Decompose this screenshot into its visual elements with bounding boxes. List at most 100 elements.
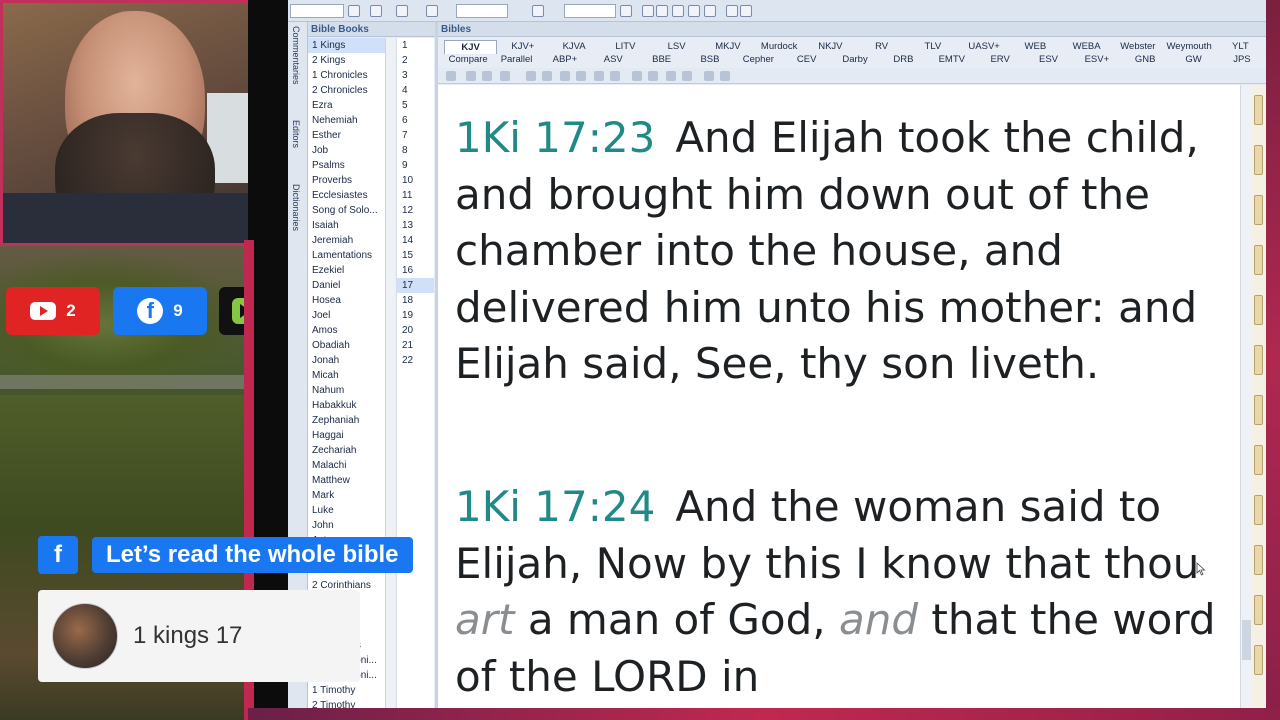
chapter-item[interactable]: 7 — [397, 128, 434, 143]
toolbar-button-5[interactable] — [740, 5, 752, 17]
version-tab[interactable]: RV — [856, 40, 907, 54]
chapter-item[interactable]: 22 — [397, 353, 434, 368]
back-icon[interactable] — [370, 5, 382, 17]
chapter-item[interactable]: 2 — [397, 53, 434, 68]
chapter-item[interactable]: 1 — [397, 38, 434, 53]
book-item[interactable]: Ezekiel — [308, 263, 388, 278]
bookmark-tick[interactable] — [1254, 445, 1263, 475]
book-item[interactable]: Zechariah — [308, 443, 388, 458]
chapter-item[interactable]: 16 — [397, 263, 434, 278]
version-tab[interactable]: GNB — [1121, 53, 1169, 67]
book-item[interactable]: 1 Chronicles — [308, 68, 388, 83]
viewer-toolbar-button[interactable] — [594, 71, 604, 81]
toolbar-combo-3[interactable] — [564, 4, 616, 18]
viewer-toolbar-button[interactable] — [648, 71, 658, 81]
bookmark-tick[interactable] — [1254, 345, 1263, 375]
toolbar-combo-1[interactable] — [290, 4, 344, 18]
layout-icon-1[interactable] — [642, 5, 654, 17]
book-item[interactable]: 1 Kings — [308, 38, 388, 53]
chapter-item[interactable]: 12 — [397, 203, 434, 218]
book-item[interactable]: Amos — [308, 323, 388, 338]
chapter-item[interactable]: 17 — [397, 278, 434, 293]
bookmark-tick[interactable] — [1254, 495, 1263, 525]
version-tab[interactable]: LITV — [600, 40, 651, 54]
viewer-toolbar-button[interactable] — [704, 71, 714, 81]
version-tab[interactable]: CEV — [783, 53, 831, 67]
text-scrollbar-thumb[interactable] — [1242, 620, 1251, 660]
layout-icon-4[interactable] — [688, 5, 700, 17]
version-tab[interactable]: BBE — [637, 53, 685, 67]
chapter-item[interactable]: 9 — [397, 158, 434, 173]
version-tab[interactable]: TLV — [907, 40, 958, 54]
forward-icon[interactable] — [396, 5, 408, 17]
viewer-toolbar-button[interactable] — [610, 71, 620, 81]
bookmark-tick[interactable] — [1254, 295, 1263, 325]
chapter-item[interactable]: 5 — [397, 98, 434, 113]
version-tab[interactable]: ABP+ — [541, 53, 589, 67]
viewer-toolbar-button[interactable] — [632, 71, 642, 81]
toolbar-button-2[interactable] — [532, 5, 544, 17]
book-item[interactable]: 1 Timothy — [308, 683, 388, 698]
viewer-toolbar-button[interactable] — [446, 71, 456, 81]
viewer-toolbar-button[interactable] — [466, 71, 476, 81]
book-item[interactable]: 2 Timothy — [308, 698, 388, 708]
viewer-toolbar-button[interactable] — [666, 71, 676, 81]
toolbar-button-3[interactable] — [620, 5, 632, 17]
chapter-item[interactable]: 11 — [397, 188, 434, 203]
book-item[interactable]: Jonah — [308, 353, 388, 368]
viewer-toolbar-button[interactable] — [576, 71, 586, 81]
book-item[interactable]: Hosea — [308, 293, 388, 308]
version-tab[interactable]: Parallel — [492, 53, 540, 67]
toolbar-button-4[interactable] — [726, 5, 738, 17]
tab-dictionaries[interactable]: Dictionaries — [291, 184, 301, 231]
version-tab[interactable]: Webster — [1112, 40, 1163, 54]
chapter-item[interactable]: 21 — [397, 338, 434, 353]
chapter-item[interactable]: 6 — [397, 113, 434, 128]
version-tab[interactable]: ASV — [589, 53, 637, 67]
toolbar-button-1[interactable] — [348, 5, 360, 17]
book-item[interactable]: Luke — [308, 503, 388, 518]
version-tab[interactable]: DRB — [879, 53, 927, 67]
chapter-item[interactable]: 13 — [397, 218, 434, 233]
chapter-item[interactable]: 8 — [397, 143, 434, 158]
bookmark-tick[interactable] — [1254, 645, 1263, 675]
book-item[interactable]: Malachi — [308, 458, 388, 473]
verse-reference[interactable]: 1Ki 17:23 — [455, 113, 655, 162]
book-item[interactable]: Psalms — [308, 158, 388, 173]
version-tab[interactable]: EMTV — [928, 53, 976, 67]
version-tab[interactable]: Cepher — [734, 53, 782, 67]
book-item[interactable]: Obadiah — [308, 338, 388, 353]
search-icon[interactable] — [426, 5, 438, 17]
book-item[interactable]: Lamentations — [308, 248, 388, 263]
book-item[interactable]: Mark — [308, 488, 388, 503]
version-tab[interactable]: ESV — [1024, 53, 1072, 67]
version-tab[interactable]: MKJV — [702, 40, 753, 54]
viewer-toolbar-button[interactable] — [542, 71, 552, 81]
verse-reference[interactable]: 1Ki 17:24 — [455, 482, 655, 531]
layout-icon-5[interactable] — [704, 5, 716, 17]
book-item[interactable]: Jeremiah — [308, 233, 388, 248]
viewer-toolbar-button[interactable] — [682, 71, 692, 81]
bookmark-tick[interactable] — [1254, 545, 1263, 575]
book-item[interactable]: Job — [308, 143, 388, 158]
bookmark-tick[interactable] — [1254, 145, 1263, 175]
version-tab[interactable]: YLT — [1215, 40, 1266, 54]
book-item[interactable]: Ezra — [308, 98, 388, 113]
book-item[interactable]: Isaiah — [308, 218, 388, 233]
chapter-item[interactable]: 18 — [397, 293, 434, 308]
bookmark-tick[interactable] — [1254, 595, 1263, 625]
book-item[interactable]: Nahum — [308, 383, 388, 398]
chapter-item[interactable]: 15 — [397, 248, 434, 263]
book-item[interactable]: Matthew — [308, 473, 388, 488]
book-item[interactable]: Habakkuk — [308, 398, 388, 413]
version-tab[interactable]: JPS — [1218, 53, 1266, 67]
book-item[interactable]: 2 Kings — [308, 53, 388, 68]
book-item[interactable]: Esther — [308, 128, 388, 143]
version-tab[interactable]: BSB — [686, 53, 734, 67]
book-item[interactable]: Zephaniah — [308, 413, 388, 428]
book-item[interactable]: Joel — [308, 308, 388, 323]
version-tab[interactable]: Darby — [831, 53, 879, 67]
chapter-item[interactable]: 10 — [397, 173, 434, 188]
chapter-item[interactable]: 20 — [397, 323, 434, 338]
layout-icon-2[interactable] — [656, 5, 668, 17]
